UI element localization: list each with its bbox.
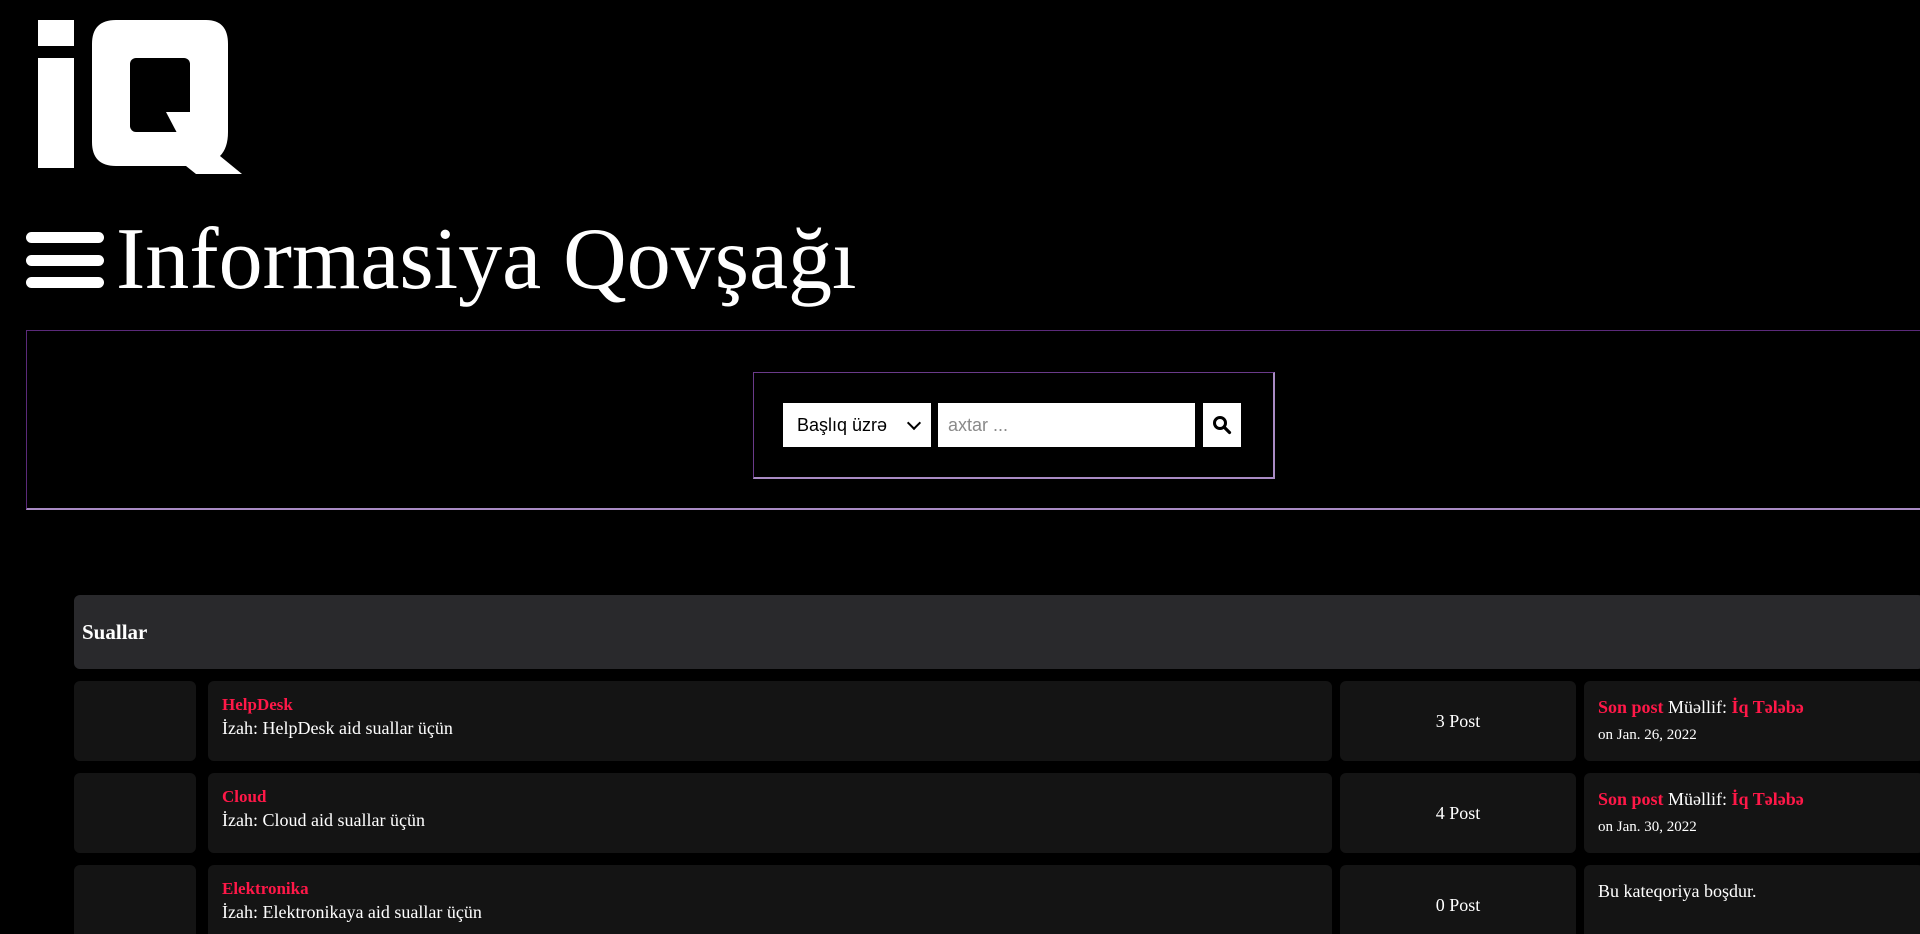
search-scope-value: Başlıq üzrə [797, 414, 888, 435]
post-count: 0 Post [1435, 894, 1481, 915]
empty-category-text: Bu kateqoriya boşdur. [1598, 881, 1757, 901]
last-post-date: on Jan. 30, 2022 [1598, 818, 1697, 835]
forum-row: Elektronika İzah: Elektronikaya aid sual… [74, 865, 1920, 934]
forum-list: HelpDesk İzah: HelpDesk aid suallar üçün… [74, 681, 1920, 934]
forum-icon-cell [74, 681, 196, 761]
forum-info-cell: Elektronika İzah: Elektronikaya aid sual… [208, 865, 1332, 934]
forum-icon-cell [74, 773, 196, 853]
post-count-cell: 0 Post [1340, 865, 1576, 934]
forum-link[interactable]: Elektronika [222, 879, 1332, 899]
forum-description: İzah: Cloud aid suallar üçün [222, 809, 425, 830]
last-post-link[interactable]: Son post [1598, 697, 1664, 717]
forum-row: HelpDesk İzah: HelpDesk aid suallar üçün… [74, 681, 1920, 761]
author-link[interactable]: İq Tələbə [1732, 697, 1804, 717]
forum-link[interactable]: Cloud [222, 787, 1332, 807]
search-button[interactable] [1203, 403, 1241, 447]
category-title: Suallar [82, 619, 148, 644]
last-post-line: Son post Müəllif: İq Tələbə [1598, 697, 1920, 719]
post-count: 3 Post [1435, 710, 1481, 731]
chevron-down-icon [906, 415, 922, 430]
search-input[interactable] [938, 403, 1195, 447]
author-link[interactable]: İq Tələbə [1732, 789, 1804, 809]
forum-info-cell: HelpDesk İzah: HelpDesk aid suallar üçün [208, 681, 1332, 761]
post-count-cell: 3 Post [1340, 681, 1576, 761]
site-header: Informasiya Qovşağı [26, 210, 856, 310]
last-post-cell: Son post Müəllif: İq Tələbə on Jan. 26, … [1584, 681, 1920, 761]
menu-bar [26, 254, 104, 266]
category-header: Suallar [74, 595, 1920, 669]
forum-link[interactable]: HelpDesk [222, 695, 1332, 715]
post-count: 4 Post [1435, 802, 1481, 823]
last-post-link[interactable]: Son post [1598, 789, 1664, 809]
forum-icon-cell [74, 865, 196, 934]
forum-row: Cloud İzah: Cloud aid suallar üçün 4 Pos… [74, 773, 1920, 853]
site-logo[interactable] [36, 18, 256, 174]
forum-description: İzah: HelpDesk aid suallar üçün [222, 717, 453, 738]
search-scope-select[interactable]: Başlıq üzrə [783, 403, 931, 447]
menu-bar [26, 232, 104, 243]
page: Informasiya Qovşağı Başlıq üzrə Suallar [0, 0, 1920, 934]
last-post-line: Son post Müəllif: İq Tələbə [1598, 789, 1920, 811]
iq-logo-mark [38, 20, 242, 174]
last-post-date: on Jan. 26, 2022 [1598, 726, 1697, 743]
last-post-cell: Bu kateqoriya boşdur. [1584, 865, 1920, 934]
post-count-cell: 4 Post [1340, 773, 1576, 853]
forum-description: İzah: Elektronikaya aid suallar üçün [222, 901, 482, 922]
site-title[interactable]: Informasiya Qovşağı [116, 216, 856, 304]
hamburger-menu-icon[interactable] [26, 232, 104, 288]
search-section: Başlıq üzrə [26, 330, 1920, 510]
search-form: Başlıq üzrə [753, 372, 1275, 479]
menu-bar [26, 277, 104, 288]
author-prefix: Müəllif: [1668, 697, 1728, 717]
forum-info-cell: Cloud İzah: Cloud aid suallar üçün [208, 773, 1332, 853]
author-prefix: Müəllif: [1668, 789, 1728, 809]
last-post-cell: Son post Müəllif: İq Tələbə on Jan. 30, … [1584, 773, 1920, 853]
search-icon [1213, 416, 1232, 435]
